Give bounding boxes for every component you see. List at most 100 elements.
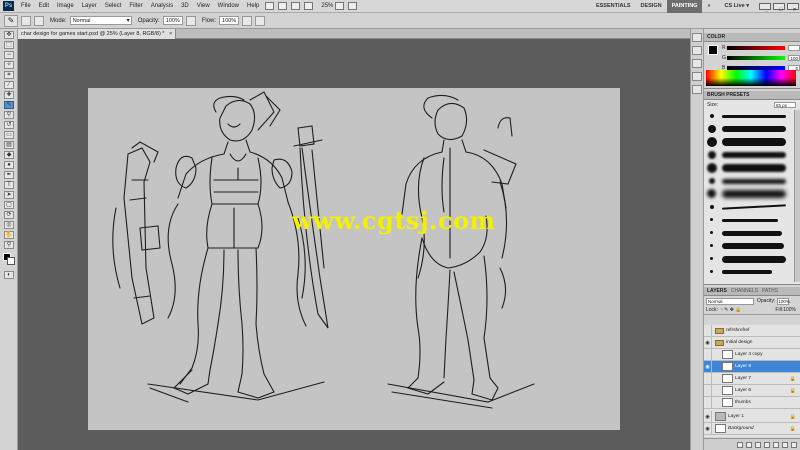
document-tab[interactable]: char design for games start.psd @ 25% (L… [18, 29, 177, 39]
document-workspace[interactable]: www.cgtsj.com [18, 39, 690, 450]
hand-tool-icon[interactable]: ✋ [4, 231, 14, 239]
layer-row[interactable]: ◉ Layer 1 🔒 [704, 410, 800, 423]
layer-row[interactable]: Layer 7 🔒 [704, 372, 800, 385]
workspace-more-icon[interactable]: » [702, 0, 715, 13]
zoom-tool-icon[interactable] [304, 2, 314, 10]
brush-tool-icon[interactable]: ✎ [4, 101, 14, 109]
quick-mask-icon[interactable]: ◐ [4, 271, 14, 279]
brush-panel-toggle-icon[interactable] [34, 15, 44, 26]
layer-row[interactable]: thumbs [704, 396, 800, 409]
document-close-icon[interactable]: × [169, 31, 172, 37]
cs-live-button[interactable]: CS Live ▾ [720, 0, 754, 13]
close-icon[interactable]: × [787, 2, 799, 13]
actions-panel-icon[interactable] [692, 46, 702, 55]
airbrush-icon[interactable] [242, 15, 253, 26]
clone-stamp-tool-icon[interactable]: ⚲ [4, 111, 14, 119]
menu-help[interactable]: Help [243, 0, 263, 13]
workspace-essentials[interactable]: ESSENTIALS [591, 0, 636, 13]
lock-icons[interactable]: ▫ ✎ ✥ 🔒 [721, 307, 742, 313]
history-brush-tool-icon[interactable]: ↺ [4, 121, 14, 129]
link-layers-icon[interactable] [737, 441, 743, 448]
screen-mode-icon[interactable] [348, 2, 358, 10]
healing-brush-tool-icon[interactable]: ✚ [4, 91, 14, 99]
layer-row[interactable]: refrshrefref [704, 324, 800, 337]
color-ramp[interactable] [706, 70, 796, 86]
brush-preset-item[interactable] [704, 240, 792, 252]
background-color-swatch[interactable] [7, 257, 15, 265]
menu-layer[interactable]: Layer [78, 0, 101, 13]
lasso-tool-icon[interactable]: ∽ [4, 51, 14, 59]
marquee-tool-icon[interactable]: ⬚ [4, 41, 14, 49]
layer-row[interactable]: Layer 6 🔒 [704, 384, 800, 397]
new-layer-icon[interactable] [782, 441, 788, 448]
brush-preset-item[interactable] [704, 149, 792, 161]
brush-preset-item[interactable] [704, 214, 792, 226]
brush-size-input[interactable]: 65 px [774, 101, 796, 108]
history-panel-icon[interactable] [692, 33, 702, 42]
brush-preset-item[interactable] [704, 136, 792, 148]
brush-panel-icon[interactable] [692, 72, 702, 81]
brush-preset-item[interactable] [704, 110, 792, 122]
crop-tool-icon[interactable]: ⌗ [4, 71, 14, 79]
layer-opacity-input[interactable]: 100% [777, 297, 790, 305]
brush-picker-icon[interactable] [21, 15, 31, 26]
bridge-icon[interactable] [265, 2, 275, 10]
fill-input[interactable]: 100% [783, 307, 796, 313]
color-panel-title[interactable]: COLOR [704, 33, 800, 42]
brush-preset-item[interactable] [704, 227, 792, 239]
workspace-painting[interactable]: PAINTING [666, 0, 703, 13]
add-mask-icon[interactable] [755, 441, 761, 448]
menu-image[interactable]: Image [53, 0, 78, 13]
menu-filter[interactable]: Filter [125, 0, 146, 13]
eraser-tool-icon[interactable]: ▭ [4, 131, 14, 139]
opacity-pressure-icon[interactable] [185, 15, 196, 26]
menu-edit[interactable]: Edit [35, 0, 53, 13]
visibility-eye-icon[interactable]: ◉ [704, 336, 712, 349]
layer-style-icon[interactable] [746, 441, 752, 448]
brush-tool-preset-icon[interactable]: ✎ [4, 14, 18, 27]
brush-presets-scrollbar[interactable] [794, 110, 800, 282]
red-value[interactable] [788, 45, 800, 51]
brush-preset-item[interactable] [704, 266, 792, 278]
visibility-eye-icon[interactable] [704, 372, 712, 385]
minimize-icon[interactable]: _ [759, 2, 771, 13]
brush-preset-item[interactable] [704, 175, 792, 187]
visibility-eye-icon[interactable] [704, 384, 712, 397]
canvas[interactable]: www.cgtsj.com [88, 88, 620, 430]
new-group-icon[interactable] [773, 441, 779, 448]
visibility-eye-icon[interactable] [704, 324, 712, 337]
brush-preset-item[interactable] [704, 188, 792, 200]
visibility-eye-icon[interactable] [704, 348, 712, 361]
red-slider[interactable] [726, 46, 786, 50]
layer-row[interactable]: Layer 4 copy [704, 348, 800, 361]
green-slider[interactable] [726, 56, 786, 60]
quick-select-tool-icon[interactable]: ✧ [4, 61, 14, 69]
layer-row[interactable]: ◉ initial design [704, 336, 800, 349]
3d-rotate-tool-icon[interactable]: ⟳ [4, 211, 14, 219]
menu-window[interactable]: Window [214, 0, 243, 13]
delete-layer-icon[interactable] [791, 441, 797, 448]
3d-orbit-tool-icon[interactable]: ◎ [4, 221, 14, 229]
visibility-eye-icon[interactable]: ◉ [704, 410, 712, 423]
swatches-panel-icon[interactable] [692, 59, 702, 68]
eyedropper-tool-icon[interactable]: ⁄ [4, 81, 14, 89]
hand-icon[interactable] [291, 2, 301, 10]
visibility-eye-icon[interactable]: ◉ [704, 360, 712, 373]
layer-row-selected[interactable]: ◉ Layer 8 [704, 360, 800, 373]
menu-3d[interactable]: 3D [177, 0, 193, 13]
zoom-tool-icon[interactable]: ⚲ [4, 241, 14, 249]
brush-presets-title[interactable]: BRUSH PRESETS [704, 91, 800, 100]
color-panel-swatch[interactable] [708, 45, 718, 55]
flow-input[interactable]: 100% [219, 16, 240, 25]
arrange-documents-icon[interactable] [335, 2, 345, 10]
brush-preset-item[interactable] [704, 253, 792, 265]
visibility-eye-icon[interactable]: ◉ [704, 422, 712, 435]
opacity-input[interactable]: 100% [162, 16, 183, 25]
brush-preset-item[interactable] [704, 201, 792, 213]
menu-file[interactable]: File [17, 0, 35, 13]
workspace-design[interactable]: DESIGN [636, 0, 667, 13]
gradient-tool-icon[interactable]: ▤ [4, 141, 14, 149]
move-tool-icon[interactable]: ✥ [4, 31, 14, 39]
shape-tool-icon[interactable]: ▢ [4, 201, 14, 209]
green-value[interactable]: 100 [788, 55, 800, 61]
